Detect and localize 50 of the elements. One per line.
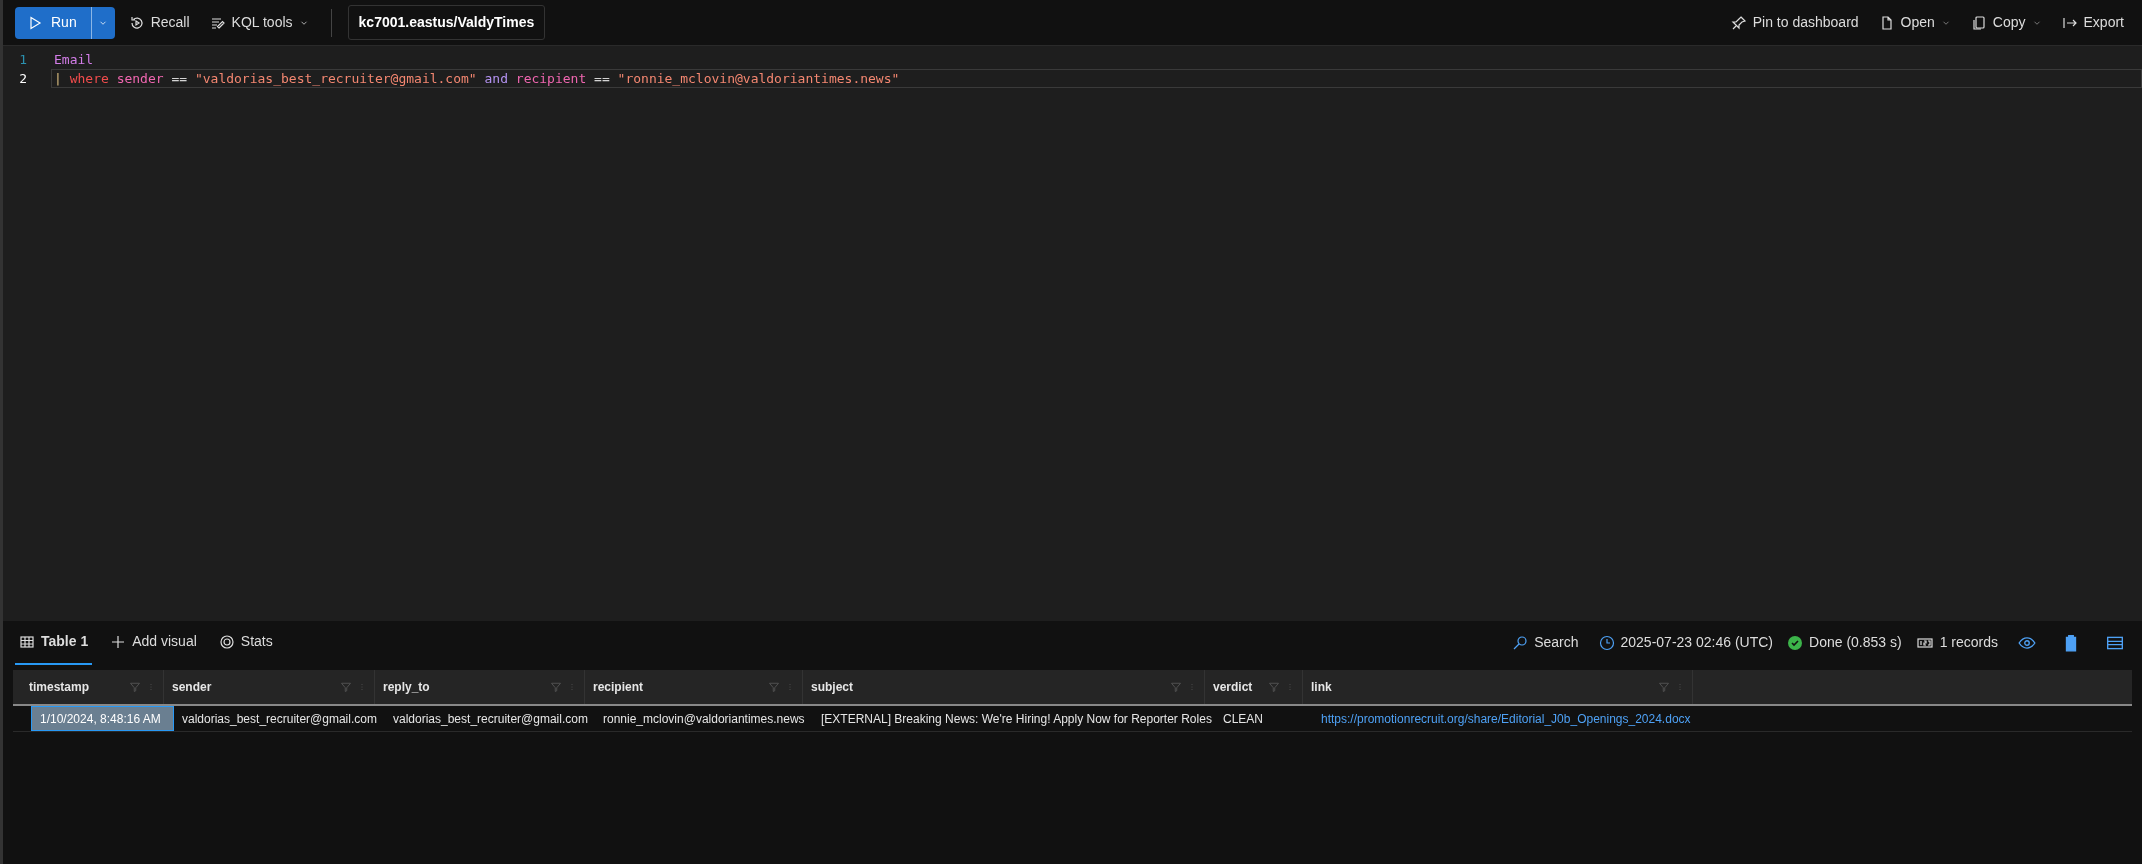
play-icon — [27, 14, 43, 31]
search-button[interactable]: Search — [1506, 626, 1585, 659]
results-tab[interactable]: Add visual — [106, 620, 201, 665]
column-header: sender — [172, 679, 213, 696]
copy-icon — [1970, 14, 1987, 31]
stats-icon — [218, 633, 235, 650]
recall-button[interactable]: Recall — [122, 6, 196, 39]
line-number: 1 — [18, 50, 28, 69]
file-button[interactable]: Open — [1872, 6, 1957, 39]
pin-button[interactable]: Pin to dashboard — [1724, 6, 1865, 39]
results-tab[interactable]: Table 1 — [15, 620, 93, 665]
link[interactable]: https://promotionrecruit.org/share/Editorial_J0b_Openings_2024.docx — [1313, 706, 1703, 731]
filter-icon — [550, 681, 562, 693]
table-cell-text: ronnie_mclovin@valdoriantimes.news — [602, 710, 806, 728]
query-time: 2025-07-23 02:46 (UTC) — [1620, 633, 1774, 652]
filter-icon — [768, 681, 780, 693]
column-header: verdict — [1213, 679, 1254, 696]
run-options-button[interactable] — [90, 6, 115, 39]
column-header: reply_to — [383, 679, 431, 696]
filter-icon — [1170, 681, 1182, 693]
table-cell-text: [EXTERNAL] Breaking News: We're Hiring! Apply Now for Reporter Roles — [820, 710, 1213, 728]
plus-icon — [110, 633, 127, 650]
column-header: link — [1311, 679, 1333, 696]
table-cell: 1/10/2024, 8:48:16 AM — [31, 706, 174, 731]
table-cell-text: valdorias_best_recruiter@gmail.com — [392, 710, 589, 728]
clock-icon — [1598, 634, 1615, 651]
kql-tools-button[interactable]: KQL tools — [203, 6, 315, 39]
code-line: Email — [53, 51, 95, 69]
export-button[interactable]: Export — [2055, 6, 2130, 39]
table-cell-text: valdorias_best_recruiter@gmail.com — [181, 710, 378, 728]
history-icon — [128, 14, 145, 31]
copy-button[interactable]: Copy — [1964, 6, 2048, 39]
database-name: kc7001.eastus/ValdyTimes — [347, 5, 546, 40]
line-number: 2 — [18, 69, 28, 88]
filter-icon — [129, 681, 141, 693]
filter-icon — [1658, 681, 1670, 693]
filter-icon — [1268, 681, 1280, 693]
table-cell-text: CLEAN — [1222, 710, 1264, 728]
record-count: 1 records — [1939, 633, 1998, 652]
column-header: recipient — [593, 679, 644, 696]
search-icon — [1512, 634, 1529, 651]
run-button[interactable]: Run — [15, 6, 91, 39]
query-status: Done (0.853 s) — [1809, 633, 1902, 652]
column-header: timestamp — [29, 679, 91, 696]
success-icon — [1787, 634, 1804, 651]
results-tab[interactable]: Stats — [214, 620, 277, 665]
column-header: subject — [811, 679, 854, 696]
filter-icon — [340, 681, 352, 693]
table-icon — [19, 633, 35, 650]
pin-icon — [1730, 14, 1747, 31]
